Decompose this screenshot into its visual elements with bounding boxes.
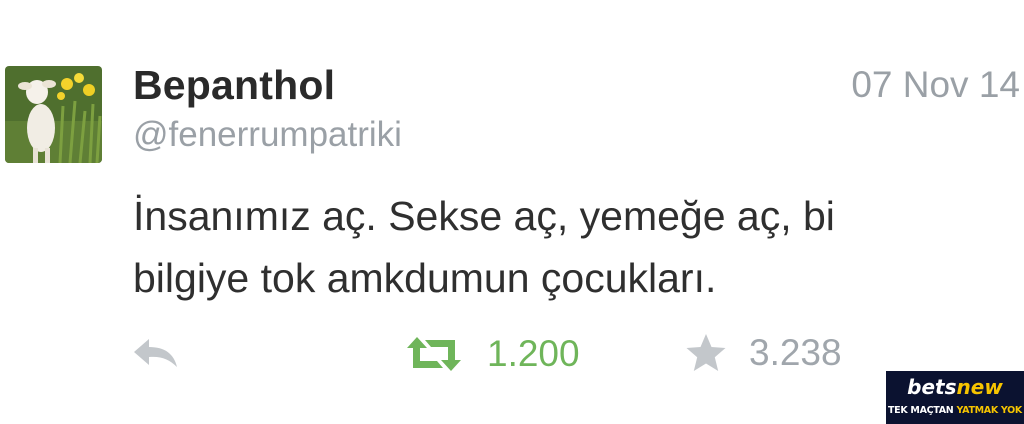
retweet-count: 1.200 xyxy=(487,333,580,374)
tweet-date[interactable]: 07 Nov 14 xyxy=(851,64,1020,106)
user-handle[interactable]: @fenerrumpatriki xyxy=(133,115,402,155)
watermark-slogan-part2: YATMAK YOK xyxy=(956,405,1022,416)
reply-icon xyxy=(134,339,177,367)
watermark-slogan: TEK MAÇTAN YATMAK YOK xyxy=(886,405,1024,416)
retweet-icon xyxy=(407,337,461,371)
betsnew-watermark: betsnew TEK MAÇTAN YATMAK YOK xyxy=(886,371,1024,424)
watermark-slogan-part1: TEK MAÇTAN xyxy=(887,405,957,416)
star-icon xyxy=(686,334,726,371)
retweet-button[interactable]: 1.200 xyxy=(405,333,580,374)
reply-button[interactable] xyxy=(131,336,181,370)
watermark-brand-part1: bets xyxy=(907,375,957,399)
tweet-text: İnsanımız aç. Sekse aç, yemeğe aç, bi bi… xyxy=(133,185,993,309)
watermark-brand-part2: new xyxy=(956,375,1003,399)
favorite-count: 3.238 xyxy=(749,332,842,373)
favorite-button[interactable]: 3.238 xyxy=(685,332,842,373)
display-name[interactable]: Bepanthol xyxy=(133,62,335,109)
tweet-text-line: bilgiye tok amkdumun çocukları. xyxy=(133,255,717,301)
avatar[interactable] xyxy=(5,66,102,163)
tweet-text-line: İnsanımız aç. Sekse aç, yemeğe aç, bi xyxy=(133,193,835,239)
lamb-flowers-avatar-icon xyxy=(5,66,102,163)
watermark-logo: betsnew xyxy=(886,377,1024,397)
